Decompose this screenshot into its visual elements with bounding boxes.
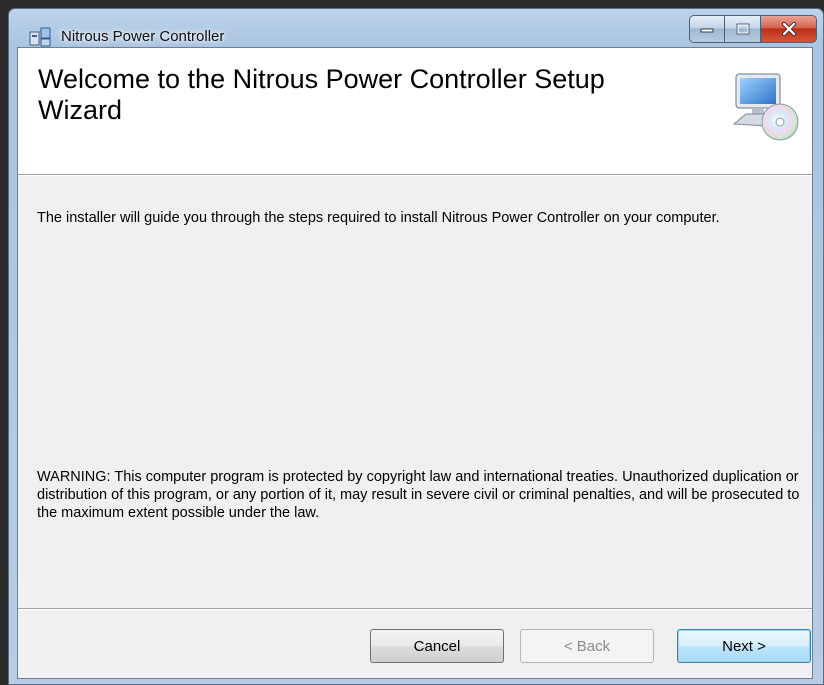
computer-cd-icon — [732, 73, 799, 141]
intro-text: The installer will guide you through the… — [37, 210, 720, 226]
maximize-icon — [736, 23, 749, 35]
copyright-warning: WARNING: This computer program is protec… — [37, 469, 800, 521]
wizard-title: Welcome to the Nitrous Power Controller … — [38, 64, 605, 125]
title-bar[interactable]: Nitrous Power Controller — [9, 9, 823, 47]
next-button[interactable]: Next > — [677, 629, 811, 663]
window-title: Nitrous Power Controller — [61, 28, 225, 45]
minimize-icon — [700, 28, 714, 33]
back-button[interactable]: < Back — [520, 629, 654, 663]
close-icon — [781, 22, 796, 36]
installer-window: Nitrous Power Controller Welcome to the … — [8, 8, 824, 685]
close-button[interactable] — [761, 15, 817, 43]
wizard-header: Welcome to the Nitrous Power Controller … — [18, 48, 812, 175]
installer-icon — [29, 27, 51, 47]
button-separator — [18, 608, 812, 609]
cancel-button[interactable]: Cancel — [370, 629, 504, 663]
caption-buttons — [689, 15, 817, 43]
header-divider — [18, 175, 812, 176]
wizard-client-area: Welcome to the Nitrous Power Controller … — [17, 47, 813, 679]
minimize-button[interactable] — [689, 15, 725, 43]
maximize-button[interactable] — [725, 15, 761, 43]
